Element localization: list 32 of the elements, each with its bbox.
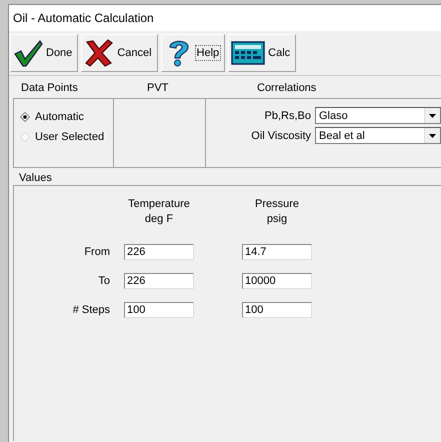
field-label: Pb,Rs,Bo [264,110,311,122]
input-field[interactable]: 100 [124,302,194,318]
row-label: # Steps [72,304,110,316]
checkmark-icon [13,38,43,68]
done-button[interactable]: Done [10,34,78,72]
radio-option[interactable]: User Selected [20,131,114,143]
help-button[interactable]: Help [160,34,226,72]
field-label: Oil Viscosity [250,130,311,142]
cross-icon [84,38,114,68]
column-heading: Temperature [127,197,191,212]
input-field[interactable]: 226 [124,272,194,288]
row-label: To [98,274,110,286]
dropdown[interactable]: Glaso [315,107,441,124]
input-field[interactable]: 100 [242,302,312,318]
group-heading: Values [18,171,53,185]
group-heading: Data Points [20,82,79,96]
dropdown-arrow-icon [429,114,436,118]
dropdown-arrow-icon [429,134,436,138]
unit-label: psig [266,212,288,227]
row-label: From [84,246,110,258]
column-heading: Pressure [254,197,300,212]
cancel-button[interactable]: Cancel [81,34,158,72]
radio-option[interactable]: Automatic [20,111,114,123]
input-field[interactable]: 226 [124,244,194,260]
window-title: Oil - Automatic Calculation [13,11,154,25]
group-heading: PVT [146,82,170,96]
group-heading: Correlations [257,82,316,96]
input-field[interactable]: 10000 [242,272,312,288]
unit-label: deg F [144,212,174,227]
calc-button[interactable]: Calc [228,34,296,72]
dropdown[interactable]: Beal et al [315,127,441,144]
input-field[interactable]: 14.7 [242,244,312,260]
